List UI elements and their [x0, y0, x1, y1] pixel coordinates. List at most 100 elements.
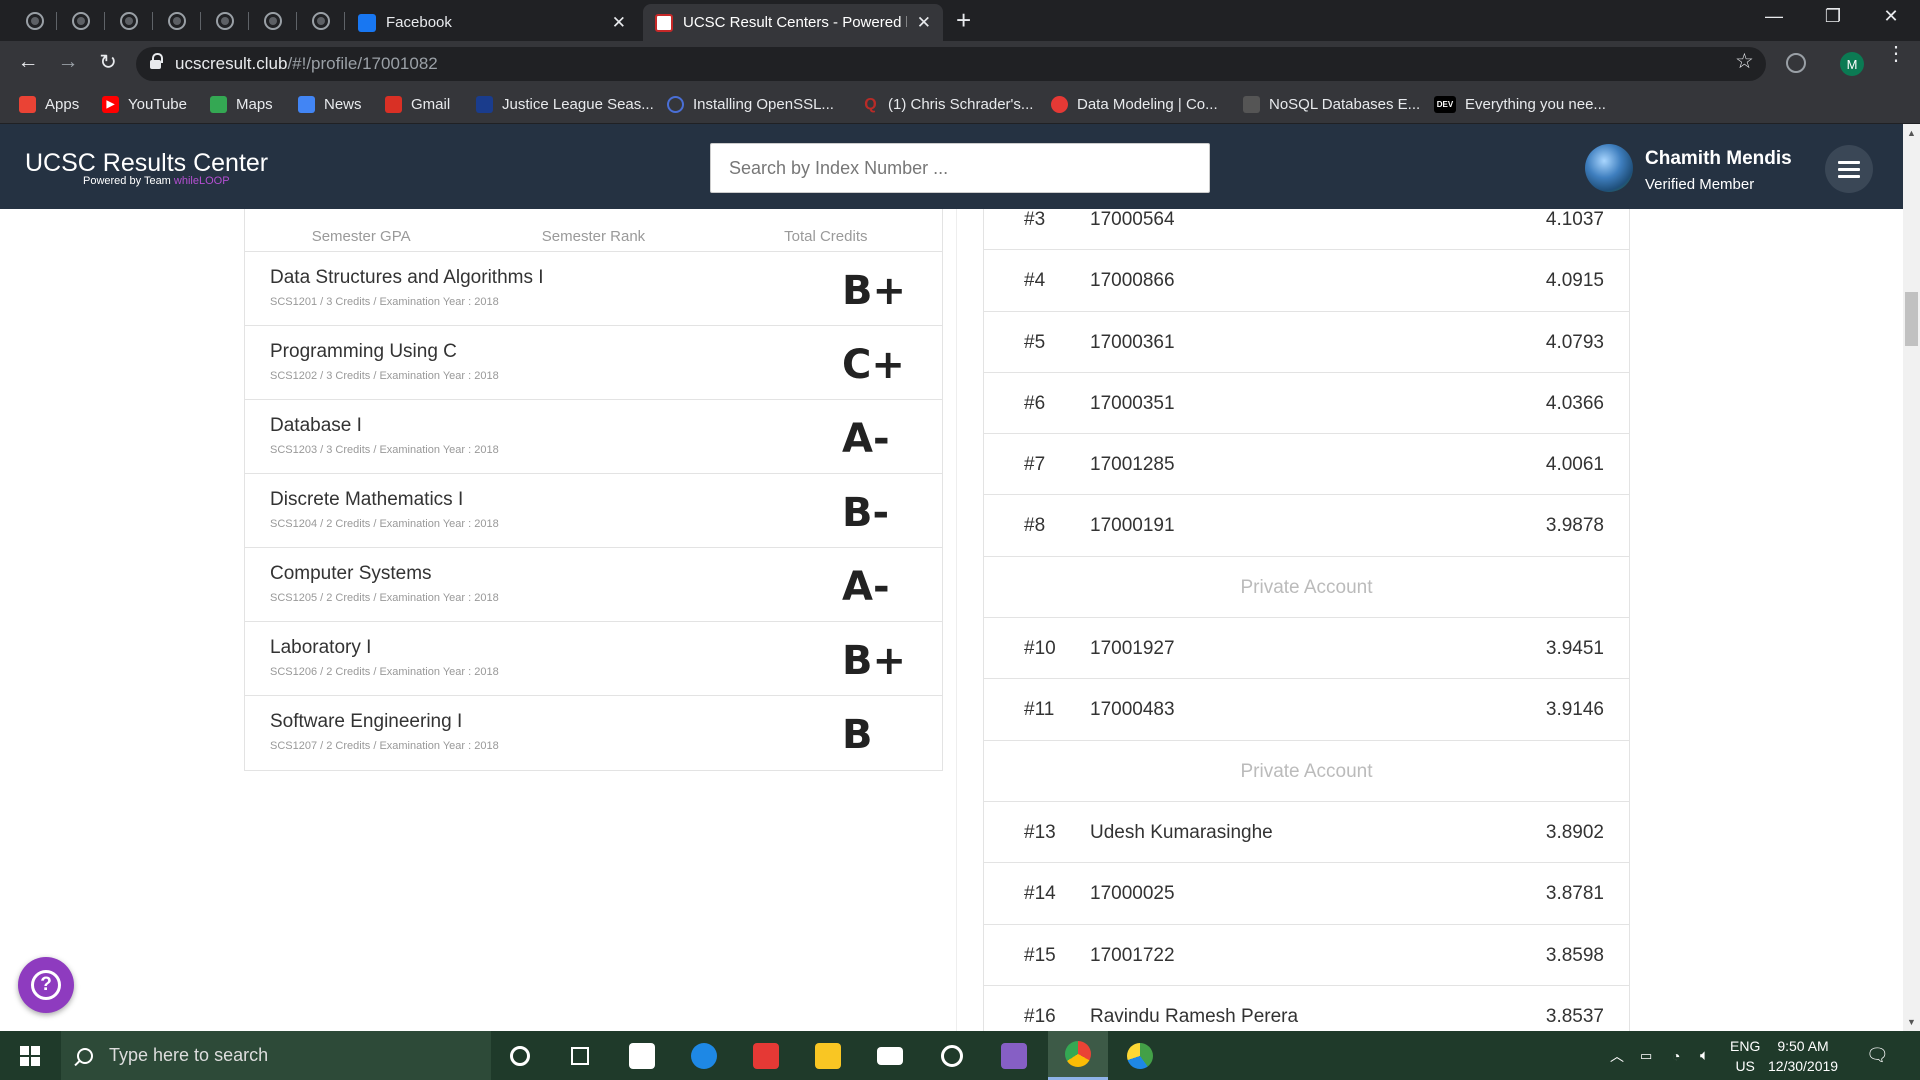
- grade-badge: B+: [842, 268, 907, 314]
- bookmark-justice-league[interactable]: Justice League Seas...: [476, 96, 654, 113]
- maps-icon: [210, 96, 227, 113]
- rank-row[interactable]: #16 Ravindu Ramesh Perera 3.8537: [984, 986, 1629, 1031]
- extension-globe-icon[interactable]: [1786, 53, 1806, 73]
- user-name[interactable]: Chamith Mendis: [1645, 148, 1792, 170]
- media-icon[interactable]: [922, 1031, 982, 1080]
- rank-row[interactable]: #6 17000351 4.0366: [984, 373, 1629, 435]
- reload-icon[interactable]: ↻: [94, 50, 122, 75]
- scroll-thumb[interactable]: [1905, 292, 1918, 346]
- avatar[interactable]: [1585, 144, 1633, 192]
- gift-icon[interactable]: [736, 1031, 796, 1080]
- lock-icon: [150, 52, 163, 71]
- close-tab-icon[interactable]: ✕: [612, 13, 626, 33]
- close-tab-icon[interactable]: ✕: [917, 13, 931, 33]
- close-window-icon[interactable]: ✕: [1868, 6, 1914, 27]
- rank-row[interactable]: #7 17001285 4.0061: [984, 434, 1629, 496]
- help-button[interactable]: ?: [18, 957, 74, 1013]
- globe-icon: [72, 12, 90, 30]
- store-icon[interactable]: [612, 1031, 672, 1080]
- pinned-tab[interactable]: [308, 8, 334, 34]
- bookmark-star-icon[interactable]: ☆: [1735, 49, 1754, 74]
- tab-ucsc-result[interactable]: UCSC Result Centers - Powered b ✕: [643, 4, 943, 41]
- site-icon: [1243, 96, 1260, 113]
- semester-stats-header: Semester GPA Semester Rank Total Credits: [245, 209, 942, 252]
- pinned-tab[interactable]: [212, 8, 238, 34]
- rank-row[interactable]: #4 17000866 4.0915: [984, 250, 1629, 312]
- apps-grid-icon: [19, 96, 36, 113]
- chrome-icon[interactable]: [1048, 1031, 1108, 1080]
- bookmark-maps[interactable]: Maps: [210, 96, 273, 113]
- rank-row[interactable]: #15 17001722 3.8598: [984, 925, 1629, 986]
- course-row: Laboratory I SCS1206 / 2 Credits / Exami…: [245, 622, 942, 696]
- back-icon[interactable]: ←: [14, 50, 42, 74]
- pinned-tab[interactable]: [116, 8, 142, 34]
- grade-badge: B-: [842, 490, 890, 536]
- globe-icon: [312, 12, 330, 30]
- rank-row[interactable]: #10 17001927 3.9451: [984, 618, 1629, 680]
- pinned-tab[interactable]: [164, 8, 190, 34]
- globe-icon: [26, 12, 44, 30]
- rank-row-private: Private Account: [984, 557, 1629, 619]
- rank-row[interactable]: #14 17000025 3.8781: [984, 863, 1629, 925]
- scroll-up-icon[interactable]: ▲: [1907, 128, 1916, 138]
- bookmark-quora[interactable]: Q (1) Chris Schrader's...: [862, 96, 1033, 114]
- bookmark-openssl[interactable]: Installing OpenSSL...: [667, 96, 834, 113]
- course-row: Programming Using C SCS1202 / 3 Credits …: [245, 326, 942, 400]
- app-header: UCSC Results Center Powered by Team whil…: [0, 124, 1920, 209]
- address-bar[interactable]: ucscresult.club/#!/profile/17001082: [136, 47, 1766, 81]
- grade-badge: A-: [842, 416, 890, 462]
- task-view-icon[interactable]: [550, 1031, 610, 1080]
- edge-icon[interactable]: [674, 1031, 734, 1080]
- language-indicator[interactable]: ENG US: [1730, 1036, 1760, 1076]
- bookmark-youtube[interactable]: ▶ YouTube: [102, 96, 187, 113]
- pinned-tab[interactable]: [22, 8, 48, 34]
- rank-row[interactable]: #8 17000191 3.9878: [984, 495, 1629, 557]
- new-tab-icon[interactable]: +: [956, 7, 971, 33]
- notification-icon[interactable]: 🗨︎: [1866, 1031, 1889, 1080]
- file-explorer-icon[interactable]: [798, 1031, 858, 1080]
- rank-row[interactable]: #5 17000361 4.0793: [984, 312, 1629, 373]
- battery-icon[interactable]: ▭: [1640, 1031, 1652, 1080]
- scroll-down-icon[interactable]: ▼: [1907, 1017, 1916, 1027]
- wifi-icon[interactable]: ◔: [1672, 1031, 1680, 1080]
- rank-row[interactable]: #13 Udesh Kumarasinghe 3.8902: [984, 802, 1629, 864]
- windows-start-icon[interactable]: [20, 1046, 40, 1066]
- volume-icon[interactable]: 🔈︎: [1700, 1031, 1709, 1080]
- minimize-icon[interactable]: —: [1751, 6, 1797, 27]
- browser-profile-avatar[interactable]: M: [1840, 52, 1864, 76]
- globe-icon: [264, 12, 282, 30]
- restore-icon[interactable]: ❐: [1810, 6, 1856, 27]
- visual-studio-icon[interactable]: [984, 1031, 1044, 1080]
- page-scrollbar[interactable]: ▲ ▼: [1903, 124, 1920, 1031]
- grade-badge: C+: [842, 342, 905, 388]
- gmail-icon: [385, 96, 402, 113]
- rank-row[interactable]: #3 17000564 4.1037: [984, 209, 1629, 251]
- forward-icon[interactable]: →: [54, 50, 82, 74]
- globe-icon: [168, 12, 186, 30]
- tray-chevron-icon[interactable]: ︿: [1610, 1031, 1624, 1080]
- facebook-icon: [358, 13, 376, 32]
- cortana-icon[interactable]: [490, 1031, 550, 1080]
- bookmark-data-modeling[interactable]: Data Modeling | Co...: [1051, 96, 1218, 113]
- bookmark-dev[interactable]: DEV Everything you nee...: [1434, 96, 1606, 113]
- browser-menu-icon[interactable]: ⋮: [1886, 44, 1906, 64]
- pinned-tab[interactable]: [68, 8, 94, 34]
- bookmark-apps[interactable]: Apps: [19, 96, 79, 113]
- brand-logo[interactable]: UCSC Results Center Powered by Team whil…: [25, 149, 268, 187]
- paint-icon[interactable]: [1110, 1031, 1170, 1080]
- pinned-tab[interactable]: [260, 8, 286, 34]
- index-search-input[interactable]: [710, 143, 1210, 193]
- tab-facebook[interactable]: Facebook ✕: [346, 4, 638, 41]
- system-clock[interactable]: 9:50 AM 12/30/2019: [1768, 1036, 1838, 1076]
- bookmark-gmail[interactable]: Gmail: [385, 96, 450, 113]
- browser-tab-strip: Facebook ✕ UCSC Result Centers - Powered…: [0, 0, 1920, 41]
- bookmark-nosql[interactable]: NoSQL Databases E...: [1243, 96, 1420, 113]
- youtube-icon: ▶: [102, 96, 119, 113]
- taskbar-search[interactable]: Type here to search: [61, 1031, 491, 1080]
- site-icon: [476, 96, 493, 113]
- bookmarks-bar: Apps ▶ YouTube Maps News Gmail Justice Le…: [0, 87, 1920, 124]
- bookmark-news[interactable]: News: [298, 96, 362, 113]
- rank-row[interactable]: #11 17000483 3.9146: [984, 679, 1629, 741]
- hamburger-menu-icon[interactable]: [1825, 145, 1873, 193]
- mail-icon[interactable]: [860, 1031, 920, 1080]
